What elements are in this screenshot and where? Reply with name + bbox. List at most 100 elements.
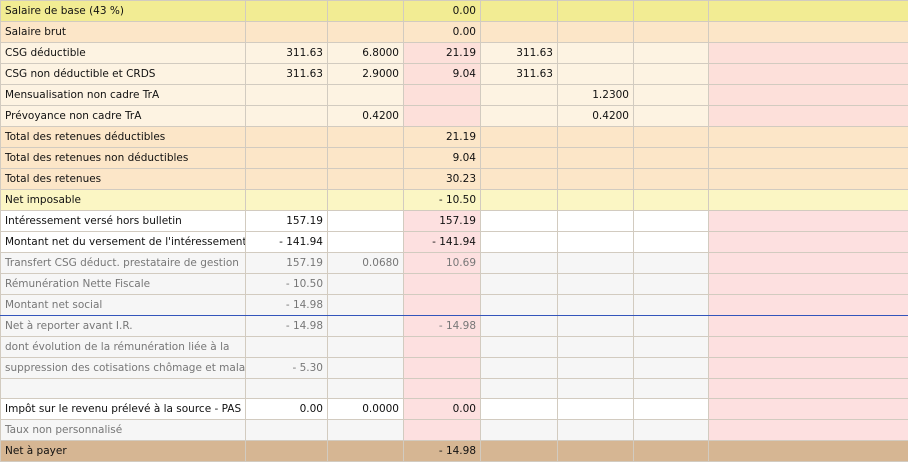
- cell-base: 311.63: [245, 42, 328, 64]
- cell-taux-p: [557, 336, 634, 358]
- cell-extra: [633, 294, 709, 316]
- cell-taux: [327, 315, 404, 337]
- cell-extra: [633, 126, 709, 148]
- row-label: Taux non personnalisé: [0, 419, 246, 441]
- cell-employer-amount: [708, 252, 908, 274]
- cell-base-p: [480, 294, 558, 316]
- cell-base-p: [480, 21, 558, 43]
- cell-taux: [327, 378, 404, 399]
- cell-employer-amount: [708, 294, 908, 316]
- cell-taux: [327, 147, 404, 169]
- cell-extra: [633, 440, 709, 462]
- payslip-row: CSG non déductible et CRDS 311.63 2.9000 9.…: [0, 63, 908, 85]
- cell-employer-amount: [708, 168, 908, 190]
- cell-taux: [327, 231, 404, 253]
- cell-employer-amount: [708, 126, 908, 148]
- payslip-row: Intéressement versé hors bulletin 157.19 1…: [0, 210, 908, 232]
- cell-taux: [327, 126, 404, 148]
- cell-montant: - 10.50: [403, 189, 481, 211]
- cell-base: - 10.50: [245, 273, 328, 295]
- cell-base-p: [480, 189, 558, 211]
- cell-taux-p: [557, 42, 634, 64]
- cell-montant: 30.23: [403, 168, 481, 190]
- row-label: Salaire brut: [0, 21, 246, 43]
- row-label: Salaire de base (43 %): [0, 0, 246, 22]
- cell-taux: [327, 210, 404, 232]
- row-label: Montant net social: [0, 294, 246, 316]
- row-label: Intéressement versé hors bulletin: [0, 210, 246, 232]
- cell-montant: [403, 84, 481, 106]
- cell-base: - 14.98: [245, 315, 328, 337]
- row-label: Net imposable: [0, 189, 246, 211]
- cell-employer-amount: [708, 398, 908, 420]
- row-label: CSG non déductible et CRDS: [0, 63, 246, 85]
- cell-base: [245, 440, 328, 462]
- cell-base-p: [480, 252, 558, 274]
- cell-extra: [633, 273, 709, 295]
- cell-extra: [633, 378, 709, 399]
- cell-employer-amount: [708, 147, 908, 169]
- row-label: CSG déductible: [0, 42, 246, 64]
- cell-taux-p: [557, 252, 634, 274]
- cell-taux-p: [557, 440, 634, 462]
- cell-montant: 21.19: [403, 42, 481, 64]
- cell-extra: [633, 105, 709, 127]
- payslip-row: Net à payer - 14.98: [0, 440, 908, 462]
- cell-taux: [327, 84, 404, 106]
- payslip-rows: Salaire de base (43 %) 0.00 Salaire brut 0.…: [0, 0, 908, 462]
- payslip-row: Salaire brut 0.00: [0, 21, 908, 43]
- cell-base-p: [480, 147, 558, 169]
- cell-employer-amount: [708, 419, 908, 441]
- cell-extra: [633, 419, 709, 441]
- cell-montant: 0.00: [403, 21, 481, 43]
- cell-taux: [327, 168, 404, 190]
- cell-base-p: [480, 336, 558, 358]
- cell-montant: 21.19: [403, 126, 481, 148]
- cell-montant: [403, 294, 481, 316]
- payslip-row: Total des retenues 30.23: [0, 168, 908, 190]
- cell-montant: 9.04: [403, 63, 481, 85]
- cell-employer-amount: [708, 273, 908, 295]
- cell-employer-amount: [708, 336, 908, 358]
- cell-base: [245, 84, 328, 106]
- cell-base: 157.19: [245, 252, 328, 274]
- cell-base: - 5.30: [245, 357, 328, 379]
- cell-taux-p: [557, 0, 634, 22]
- row-label: Total des retenues déductibles: [0, 126, 246, 148]
- cell-extra: [633, 168, 709, 190]
- row-label: Prévoyance non cadre TrA: [0, 105, 246, 127]
- cell-taux-p: [557, 63, 634, 85]
- cell-base-p: [480, 0, 558, 22]
- cell-taux: 6.8000: [327, 42, 404, 64]
- cell-employer-amount: [708, 63, 908, 85]
- cell-montant: - 14.98: [403, 440, 481, 462]
- cell-taux: [327, 21, 404, 43]
- payslip-row: Taux non personnalisé: [0, 419, 908, 441]
- cell-employer-amount: [708, 210, 908, 232]
- row-label: Impôt sur le revenu prélevé à la source …: [0, 398, 246, 420]
- cell-taux: [327, 189, 404, 211]
- cell-taux: 0.0680: [327, 252, 404, 274]
- cell-employer-amount: [708, 189, 908, 211]
- cell-taux: 2.9000: [327, 63, 404, 85]
- cell-extra: [633, 231, 709, 253]
- row-label: Rémunération Nette Fiscale: [0, 273, 246, 295]
- cell-montant: [403, 336, 481, 358]
- cell-base: [245, 336, 328, 358]
- cell-extra: [633, 147, 709, 169]
- cell-base: [245, 419, 328, 441]
- cell-base: - 141.94: [245, 231, 328, 253]
- payslip-row: Net à reporter avant I.R. - 14.98- 14.98: [0, 315, 908, 337]
- cell-taux: [327, 294, 404, 316]
- payslip-row: Rémunération Nette Fiscale - 10.50: [0, 273, 908, 295]
- payslip-row: Total des retenues non déductibles 9.04: [0, 147, 908, 169]
- cell-extra: [633, 336, 709, 358]
- cell-base: [245, 189, 328, 211]
- cell-extra: [633, 42, 709, 64]
- payslip-table: Salaire de base (43 %) 0.00 Salaire brut 0.…: [0, 0, 908, 462]
- cell-taux-p: [557, 294, 634, 316]
- cell-taux-p: [557, 315, 634, 337]
- cell-base-p: [480, 210, 558, 232]
- cell-extra: [633, 210, 709, 232]
- payslip-row: suppression des cotisations chômage et m…: [0, 357, 908, 379]
